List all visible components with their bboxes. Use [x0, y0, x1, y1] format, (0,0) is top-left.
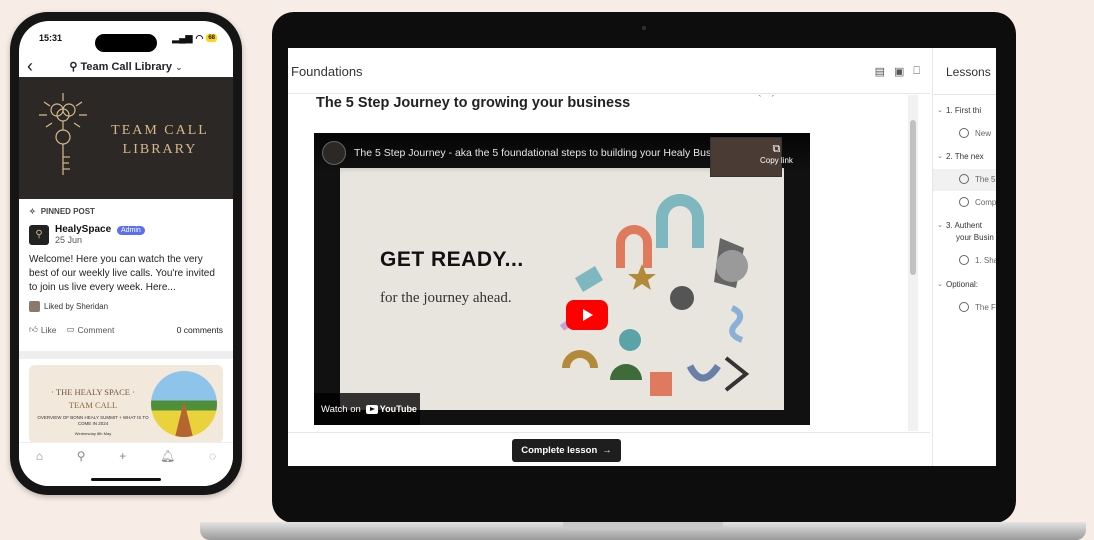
- space-title[interactable]: ⚲ Team Call Library ⌄: [19, 60, 233, 73]
- liked-by-row[interactable]: Liked by Sheridan: [29, 301, 223, 312]
- complete-lesson-button[interactable]: Complete lesson →: [512, 439, 621, 462]
- lesson-item[interactable]: Comp: [933, 197, 996, 207]
- chevron-down-icon: ⌄: [937, 222, 943, 229]
- pinned-label: ✧ PINNED POST: [29, 207, 95, 216]
- comment-icon[interactable]: ▤: [875, 65, 885, 78]
- section-item[interactable]: ⌄ 3. Authent: [933, 221, 982, 230]
- video-title[interactable]: The 5 Step Journey - aka the 5 foundatio…: [354, 147, 725, 159]
- youtube-video[interactable]: GET READY... for the journey ahead. The …: [314, 133, 810, 425]
- abstract-shapes-artwork: [559, 194, 750, 396]
- post-author-row: ⚲ HealySpace Admin 25 Jun: [29, 224, 223, 245]
- circle-icon: [959, 174, 969, 184]
- section-item[interactable]: ⌄ Optional:: [933, 280, 978, 289]
- bell-icon[interactable]: 🔔︎: [160, 449, 175, 486]
- section-item[interactable]: ⌄ 2. The nex: [933, 152, 984, 161]
- course-topbar: Foundations ▤ ▣ ⎕: [288, 48, 930, 94]
- camera: [642, 26, 646, 30]
- scrollbar[interactable]: [908, 95, 918, 431]
- video-frame: GET READY... for the journey ahead.: [340, 168, 784, 410]
- circle-icon: [959, 302, 969, 312]
- divider: [19, 351, 233, 359]
- space-emoji-icon: ⚲: [69, 60, 81, 73]
- home-icon[interactable]: ⌂: [36, 449, 43, 486]
- comment-icon: ▭: [66, 324, 75, 334]
- key-logo-icon: [39, 93, 87, 175]
- like-button[interactable]: 👍︎ Like: [29, 324, 56, 335]
- liker-avatar: [29, 301, 40, 312]
- banner-title: TEAM CALL LIBRARY: [111, 123, 209, 157]
- post-card-image[interactable]: · THE HEALY SPACE · TEAM CALL OVERVIEW O…: [29, 365, 223, 443]
- author-name[interactable]: HealySpace: [55, 224, 111, 235]
- post-body[interactable]: Welcome! Here you can watch the very bes…: [29, 253, 223, 295]
- lessons-sidebar: Lessons ⌄ 1. First thi New ⌄ 2. The nex …: [932, 48, 996, 466]
- prev-lesson-icon[interactable]: ‹: [758, 95, 761, 100]
- chevron-down-icon: ⌄: [937, 281, 943, 288]
- video-subtitle: for the journey ahead.: [380, 290, 512, 306]
- comments-count[interactable]: 0 comments: [177, 325, 223, 335]
- circle-icon: [959, 197, 969, 207]
- course-title: Foundations: [291, 64, 363, 79]
- dynamic-island: [95, 34, 157, 52]
- signal-icon: ▂▄▆: [172, 32, 193, 43]
- home-indicator: [91, 478, 161, 481]
- lesson-item[interactable]: New: [933, 128, 991, 138]
- circle-icon: [959, 128, 969, 138]
- lesson-title: The 5 Step Journey to growing your busin…: [316, 95, 631, 111]
- copy-link-button[interactable]: ⧉ Copy link: [760, 143, 793, 165]
- chevron-down-icon: ⌄: [937, 153, 943, 160]
- arrow-right-icon: →: [602, 445, 612, 456]
- comment-button[interactable]: ▭ Comment: [66, 324, 114, 335]
- video-headline: GET READY...: [380, 248, 524, 271]
- lessons-title: Lessons: [946, 65, 991, 79]
- admin-badge: Admin: [116, 226, 145, 235]
- search-icon[interactable]: ⚲: [77, 449, 86, 486]
- chevron-down-icon: ⌄: [175, 61, 183, 72]
- avatar[interactable]: ⚲: [29, 224, 49, 245]
- pinned-post[interactable]: ✧ PINNED POST ⚲ HealySpace Admin 25 Jun …: [19, 199, 233, 341]
- bookmark-icon[interactable]: ⎕: [913, 65, 920, 78]
- section-item[interactable]: ⌄ 1. First thi: [933, 106, 981, 115]
- space-banner: TEAM CALL LIBRARY: [19, 77, 233, 199]
- laptop-notch: [563, 522, 723, 530]
- watch-on-youtube[interactable]: Watch on YouTube: [314, 393, 420, 425]
- section-item-continued[interactable]: your Busin: [933, 233, 994, 242]
- status-time: 15:31: [39, 33, 63, 43]
- circle-icon: [959, 255, 969, 265]
- lesson-item-active[interactable]: The 5: [933, 169, 996, 191]
- battery-indicator: 68: [206, 34, 217, 42]
- chat-icon[interactable]: ◌: [209, 449, 216, 486]
- phone-screen: 15:31 ▂▄▆ ◠ 68 ‹ ⚲ Team Call Library ⌄ T…: [19, 21, 233, 486]
- copy-icon: ⧉: [772, 143, 781, 155]
- pin-icon: ✧: [29, 207, 36, 216]
- field-road-image: [151, 371, 217, 437]
- lesson-item[interactable]: 1. Sha: [933, 255, 996, 265]
- post-date: 25 Jun: [55, 235, 83, 245]
- chevron-down-icon: ⌄: [937, 107, 943, 114]
- phone-device: 15:31 ▂▄▆ ◠ 68 ‹ ⚲ Team Call Library ⌄ T…: [10, 12, 242, 495]
- notes-icon[interactable]: ▣: [894, 65, 904, 78]
- laptop-screen: Foundations ▤ ▣ ⎕ The 5 Step Journey to …: [288, 48, 996, 466]
- post-actions: 👍︎ Like ▭ Comment 0 comments: [29, 324, 223, 335]
- wifi-icon: ◠: [195, 32, 204, 43]
- lesson-item[interactable]: The F: [933, 302, 996, 312]
- thumbs-up-icon: 👍︎: [29, 324, 38, 334]
- next-lesson-icon[interactable]: ›: [771, 95, 774, 100]
- youtube-logo-icon: YouTube: [365, 404, 417, 414]
- channel-avatar[interactable]: [322, 141, 346, 165]
- back-arrow-icon[interactable]: ‹: [27, 57, 47, 75]
- app-header: ‹ ⚲ Team Call Library ⌄: [19, 55, 233, 77]
- lesson-footer: Complete lesson →: [288, 432, 930, 466]
- play-button[interactable]: [566, 300, 608, 330]
